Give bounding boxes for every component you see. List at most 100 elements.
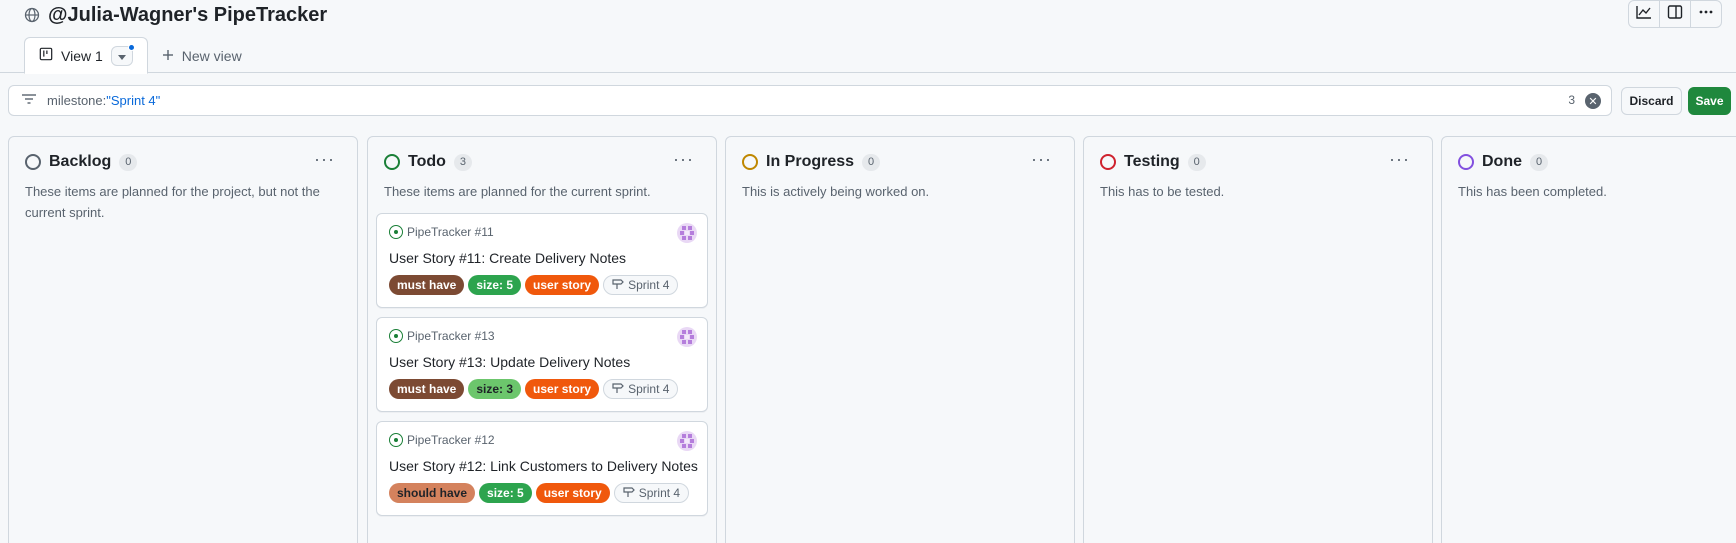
column-menu-button[interactable]: ···: [314, 149, 335, 170]
side-panel-button[interactable]: [1659, 0, 1691, 28]
project-title: @Julia-Wagner's PipeTracker: [48, 4, 328, 26]
column-done: Done 0 This has been completed.: [1441, 136, 1736, 543]
avatar[interactable]: [677, 431, 697, 451]
filter-input[interactable]: milestone:"Sprint 4" 3 ✕: [8, 85, 1612, 116]
column-name: Done: [1482, 153, 1522, 170]
issue-title[interactable]: User Story #13: Update Delivery Notes: [389, 354, 630, 370]
view-options-button[interactable]: [110, 43, 135, 66]
status-circle-icon: [1458, 154, 1474, 170]
issue-labels: must have size: 3 user story Sprint 4: [389, 379, 679, 399]
column-count: 0: [1187, 153, 1206, 171]
issue-reference: PipeTracker #13: [389, 329, 495, 343]
avatar[interactable]: [677, 327, 697, 347]
kebab-horizontal-icon: [1698, 4, 1714, 25]
column-menu-button[interactable]: ···: [1031, 149, 1052, 170]
column-description: This is actively being worked on.: [742, 184, 930, 199]
filter-value: "Sprint 4": [106, 93, 161, 108]
project-actions: [1628, 0, 1722, 28]
milestone-icon: [623, 486, 635, 501]
tab-label: View 1: [61, 47, 103, 64]
column-description: This has to be tested.: [1100, 184, 1225, 199]
column-name: Testing: [1124, 153, 1180, 170]
issue-card[interactable]: PipeTracker #11 User Story #11: Create D…: [376, 213, 708, 308]
column-name: Todo: [408, 153, 446, 170]
column-menu-button[interactable]: ···: [1389, 149, 1410, 170]
project-header: @Julia-Wagner's PipeTracker View 1 New v…: [0, 0, 1736, 74]
column-count: 0: [119, 153, 138, 171]
issue-card[interactable]: PipeTracker #13 User Story #13: Update D…: [376, 317, 708, 412]
column-header: Todo 3: [384, 153, 472, 171]
issue-ref-text: PipeTracker #13: [407, 329, 495, 343]
graph-icon: [1636, 4, 1652, 25]
avatar[interactable]: [677, 223, 697, 243]
column-name: Backlog: [49, 153, 112, 170]
label-badge[interactable]: user story: [535, 483, 610, 503]
label-badge[interactable]: must have: [389, 379, 465, 399]
insights-button[interactable]: [1628, 0, 1660, 28]
project-title-row: @Julia-Wagner's PipeTracker: [24, 4, 327, 27]
column-header: In Progress 0: [742, 153, 881, 171]
column-count: 0: [862, 153, 881, 171]
milestone-label: Sprint 4: [628, 382, 670, 396]
issue-ref-text: PipeTracker #12: [407, 433, 495, 447]
column-menu-button[interactable]: ···: [673, 149, 694, 170]
more-options-button[interactable]: [1690, 0, 1722, 28]
status-circle-icon: [742, 154, 758, 170]
label-badge[interactable]: size: 3: [468, 379, 522, 399]
issue-reference: PipeTracker #11: [389, 225, 494, 239]
view-tabs: View 1 New view: [24, 37, 256, 74]
issue-title[interactable]: User Story #11: Create Delivery Notes: [389, 250, 626, 266]
filter-query: milestone:"Sprint 4": [47, 93, 160, 108]
tab-view-1[interactable]: View 1: [24, 37, 148, 74]
globe-icon: [24, 7, 42, 25]
label-badge[interactable]: user story: [525, 379, 600, 399]
issue-labels: must have size: 5 user story Sprint 4: [389, 275, 679, 295]
column-count: 0: [1530, 153, 1548, 171]
milestone-badge[interactable]: Sprint 4: [613, 483, 690, 503]
filter-icon: [21, 92, 37, 110]
label-badge[interactable]: size: 5: [468, 275, 522, 295]
filter-key: milestone:: [47, 93, 107, 108]
column-in-progress: In Progress 0 ··· This is actively being…: [725, 136, 1075, 543]
unsaved-changes-indicator: [127, 43, 135, 51]
status-circle-icon: [1100, 154, 1116, 170]
status-circle-icon: [25, 154, 41, 170]
new-view-button[interactable]: New view: [148, 37, 256, 74]
issue-opened-icon: [389, 329, 403, 343]
column-header: Done 0: [1458, 153, 1548, 171]
issue-opened-icon: [389, 433, 403, 447]
issue-labels: should have size: 5 user story Sprint 4: [389, 483, 690, 503]
milestone-badge[interactable]: Sprint 4: [603, 379, 679, 399]
milestone-badge[interactable]: Sprint 4: [603, 275, 679, 295]
triangle-down-icon: [117, 48, 126, 64]
milestone-icon: [612, 278, 624, 293]
label-badge[interactable]: must have: [389, 275, 465, 295]
column-header: Testing 0: [1100, 153, 1206, 171]
label-badge[interactable]: size: 5: [479, 483, 532, 503]
label-badge[interactable]: user story: [525, 275, 600, 295]
milestone-icon: [612, 382, 624, 397]
filter-result-count: 3: [1568, 93, 1575, 107]
milestone-label: Sprint 4: [628, 278, 670, 292]
column-backlog: Backlog 0 ··· These items are planned fo…: [8, 136, 358, 543]
column-name: In Progress: [766, 153, 855, 170]
column-description: This has been completed.: [1458, 184, 1607, 199]
status-circle-icon: [384, 154, 400, 170]
sidebar-icon: [1667, 4, 1683, 25]
x-icon: ✕: [1588, 95, 1598, 108]
plus-icon: [162, 48, 174, 64]
column-todo: Todo 3 ··· These items are planned for t…: [367, 136, 717, 543]
column-header: Backlog 0: [25, 153, 138, 171]
label-badge[interactable]: should have: [389, 483, 476, 503]
issue-reference: PipeTracker #12: [389, 433, 495, 447]
clear-filter-button[interactable]: ✕: [1585, 93, 1601, 109]
tab-label: New view: [181, 47, 242, 64]
column-testing: Testing 0 ··· This has to be tested.: [1083, 136, 1433, 543]
discard-button[interactable]: Discard: [1621, 87, 1682, 115]
column-description: These items are planned for the project,…: [25, 184, 320, 220]
board: Backlog 0 ··· These items are planned fo…: [0, 136, 1736, 543]
save-button[interactable]: Save: [1688, 87, 1731, 115]
issue-title[interactable]: User Story #12: Link Customers to Delive…: [389, 458, 698, 474]
milestone-label: Sprint 4: [638, 486, 681, 500]
issue-card[interactable]: PipeTracker #12 User Story #12: Link Cus…: [376, 421, 708, 516]
